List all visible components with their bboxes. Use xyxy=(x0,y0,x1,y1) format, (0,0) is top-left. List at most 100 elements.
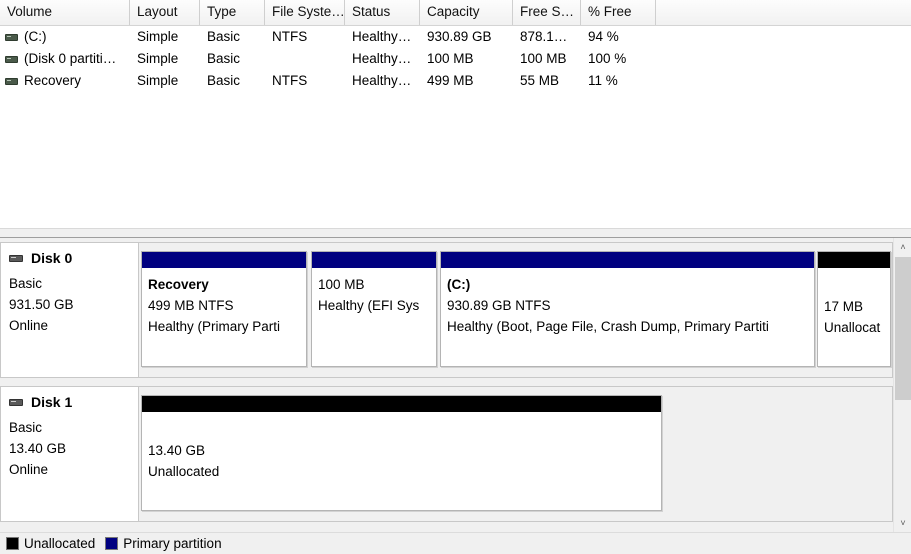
partition-efi-system[interactable]: 100 MB Healthy (EFI Sys xyxy=(311,251,437,367)
column-header-layout[interactable]: Layout xyxy=(130,0,200,25)
unallocated-swatch-icon xyxy=(6,537,19,550)
cell-file-system xyxy=(265,48,345,70)
cell-status: Healthy… xyxy=(352,51,412,66)
cell-layout: Simple xyxy=(137,51,179,66)
scroll-up-arrow-icon[interactable]: ˄ xyxy=(894,238,911,256)
partition-status: Unallocat xyxy=(824,320,881,335)
table-row[interactable]: (Disk 0 partiti… Simple Basic Healthy… 1… xyxy=(0,48,911,70)
disk-row-disk-0[interactable]: Disk 0 Basic 931.50 GB Online Recovery 4… xyxy=(0,242,893,378)
partition-status: Healthy (Primary Parti xyxy=(148,319,281,334)
cell-status: Healthy… xyxy=(352,73,412,88)
partition-status: Healthy (Boot, Page File, Crash Dump, Pr… xyxy=(447,319,769,334)
partition-size: 499 MB NTFS xyxy=(148,298,234,313)
column-header-percent-free[interactable]: % Free xyxy=(581,0,656,25)
volume-icon xyxy=(5,77,18,85)
disk-icon xyxy=(9,254,23,262)
disk-1-partitions: 13.40 GB Unallocated xyxy=(139,387,892,521)
scrollbar-thumb[interactable] xyxy=(895,257,911,400)
cell-free-space: 878.1… xyxy=(520,29,568,44)
cell-file-system: NTFS xyxy=(272,73,308,88)
disk-type: Basic xyxy=(9,276,43,291)
cell-type: Basic xyxy=(207,51,241,66)
cell-percent-free: 100 % xyxy=(588,51,627,66)
scroll-down-arrow-icon[interactable]: ˅ xyxy=(894,514,911,532)
disk-0-partitions: Recovery 499 MB NTFS Healthy (Primary Pa… xyxy=(139,243,892,377)
legend-item-unallocated: Unallocated xyxy=(6,536,95,551)
disk-title: Disk 0 xyxy=(31,250,73,266)
partition-details: Recovery 499 MB NTFS Healthy (Primary Pa… xyxy=(142,268,306,366)
cell-percent-free: 94 % xyxy=(588,29,619,44)
cell-file-system: NTFS xyxy=(272,29,308,44)
cell-capacity: 930.89 GB xyxy=(427,29,492,44)
disk-title-row: Disk 0 xyxy=(9,250,138,266)
partition-name: Recovery xyxy=(148,277,209,292)
cell-volume: Recovery xyxy=(0,70,130,92)
table-row[interactable]: (C:) Simple Basic NTFS Healthy… 930.89 G… xyxy=(0,26,911,48)
cell-volume: (Disk 0 partiti… xyxy=(0,48,130,70)
table-row[interactable]: Recovery Simple Basic NTFS Healthy… 499 … xyxy=(0,70,911,92)
partition-size: 13.40 GB xyxy=(148,443,206,458)
cell-layout: Simple xyxy=(137,73,179,88)
cell-layout: Simple xyxy=(137,29,179,44)
cell-capacity: 499 MB xyxy=(427,73,474,88)
partition-status: Unallocated xyxy=(148,464,220,479)
partition-status: Healthy (EFI Sys xyxy=(318,298,420,313)
partition-name: (C:) xyxy=(447,277,471,292)
graphical-view-content: Disk 0 Basic 931.50 GB Online Recovery 4… xyxy=(0,238,893,532)
disk-info-disk-0[interactable]: Disk 0 Basic 931.50 GB Online xyxy=(1,243,139,377)
column-header-volume[interactable]: Volume xyxy=(0,0,130,25)
partition-details: (C:) 930.89 GB NTFS Healthy (Boot, Page … xyxy=(441,268,814,366)
cell-volume-label: Recovery xyxy=(24,73,82,88)
legend-bar: Unallocated Primary partition xyxy=(0,532,911,554)
partition-c-drive[interactable]: (C:) 930.89 GB NTFS Healthy (Boot, Page … xyxy=(440,251,815,367)
cell-volume: (C:) xyxy=(0,26,130,48)
cell-free-space: 100 MB xyxy=(520,51,567,66)
partition-details: 17 MB Unallocat xyxy=(818,268,890,366)
volume-list-body: (C:) Simple Basic NTFS Healthy… 930.89 G… xyxy=(0,26,911,92)
partition-unallocated-17mb[interactable]: 17 MB Unallocat xyxy=(817,251,891,367)
disk-row-disk-1[interactable]: Disk 1 Basic 13.40 GB Online 13.40 GB Un… xyxy=(0,386,893,522)
volume-list-header: Volume Layout Type File Syste… Status Ca… xyxy=(0,0,911,26)
partition-color-bar xyxy=(818,252,890,268)
column-header-status[interactable]: Status xyxy=(345,0,420,25)
disk-title-row: Disk 1 xyxy=(9,394,138,410)
partition-color-bar xyxy=(441,252,814,268)
column-header-type[interactable]: Type xyxy=(200,0,265,25)
graphical-view-scrollbar[interactable]: ˄ ˅ xyxy=(893,238,911,532)
column-header-spacer[interactable] xyxy=(656,0,911,25)
partition-size: 930.89 GB NTFS xyxy=(447,298,551,313)
partition-unallocated-13gb[interactable]: 13.40 GB Unallocated xyxy=(141,395,662,511)
legend-label: Primary partition xyxy=(123,536,222,551)
disk-info-disk-1[interactable]: Disk 1 Basic 13.40 GB Online xyxy=(1,387,139,521)
cell-free-space: 55 MB xyxy=(520,73,560,88)
disk-title: Disk 1 xyxy=(31,394,73,410)
legend-item-primary-partition: Primary partition xyxy=(105,536,222,551)
column-header-capacity[interactable]: Capacity xyxy=(420,0,513,25)
partition-size: 17 MB xyxy=(824,299,864,314)
partition-size: 100 MB xyxy=(318,277,365,292)
volume-list-pane[interactable]: Volume Layout Type File Syste… Status Ca… xyxy=(0,0,911,228)
volume-icon xyxy=(5,33,18,41)
disk-size: 13.40 GB xyxy=(9,441,67,456)
pane-splitter[interactable] xyxy=(0,228,911,238)
cell-status: Healthy… xyxy=(352,29,412,44)
column-header-file-system[interactable]: File Syste… xyxy=(265,0,345,25)
volume-icon xyxy=(5,55,18,63)
partition-recovery[interactable]: Recovery 499 MB NTFS Healthy (Primary Pa… xyxy=(141,251,307,367)
cell-volume-label: (C:) xyxy=(24,29,47,44)
disk-status: Online xyxy=(9,462,49,477)
column-header-free-space[interactable]: Free S… xyxy=(513,0,581,25)
disk-status: Online xyxy=(9,318,49,333)
disk-icon xyxy=(9,398,23,406)
cell-capacity: 100 MB xyxy=(427,51,474,66)
primary-partition-swatch-icon xyxy=(105,537,119,550)
cell-volume-label: (Disk 0 partiti… xyxy=(24,51,117,66)
disk-size: 931.50 GB xyxy=(9,297,74,312)
partition-color-bar xyxy=(142,396,661,412)
partition-details: 100 MB Healthy (EFI Sys xyxy=(312,268,436,366)
cell-percent-free: 11 % xyxy=(588,73,618,88)
disk-type: Basic xyxy=(9,420,43,435)
partition-details: 13.40 GB Unallocated xyxy=(142,412,661,510)
partition-color-bar xyxy=(312,252,436,268)
legend-label: Unallocated xyxy=(24,536,96,551)
